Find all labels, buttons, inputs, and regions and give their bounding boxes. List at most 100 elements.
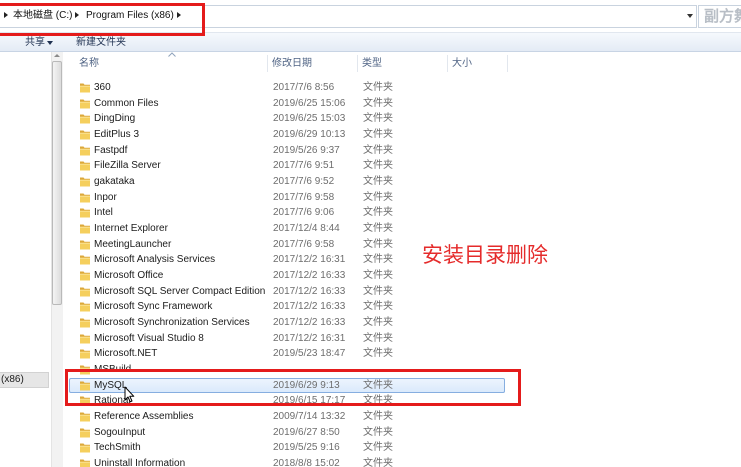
file-row[interactable]: SogouInput 2019/6/27 8:50 文件夹: [69, 425, 505, 441]
new-folder-button[interactable]: 新建文件夹: [76, 36, 126, 49]
file-name: Internet Explorer: [94, 223, 168, 235]
column-header-name[interactable]: 名称: [69, 55, 267, 72]
file-row[interactable]: gakataka 2017/7/6 9:52 文件夹: [69, 174, 505, 190]
file-date: 2017/7/6 9:52: [273, 176, 335, 188]
folder-icon: [79, 333, 91, 344]
file-type: 文件夹: [363, 254, 393, 266]
file-date: 2017/12/2 16:33: [273, 301, 346, 313]
file-name: Microsoft Visual Studio 8: [94, 332, 204, 344]
file-row[interactable]: 360 2017/7/6 8:56 文件夹: [69, 80, 505, 96]
file-type: 文件夹: [363, 442, 393, 454]
file-row[interactable]: FileZilla Server 2017/7/6 9:51 文件夹: [69, 158, 505, 174]
file-name: Inpor: [94, 191, 117, 203]
column-header-label: 大小: [452, 58, 472, 69]
file-type: 文件夹: [363, 426, 393, 438]
file-type: 文件夹: [363, 270, 393, 282]
file-name: Fastpdf: [94, 144, 128, 156]
file-date: 2017/12/4 8:44: [273, 223, 340, 235]
file-name: Uninstall Information: [94, 458, 186, 467]
file-type: 文件夹: [363, 144, 393, 156]
file-name: EditPlus 3: [94, 129, 140, 140]
column-header-date[interactable]: 修改日期: [268, 55, 357, 72]
share-dropdown-icon[interactable]: [47, 41, 53, 45]
file-date: 2017/12/2 16:33: [273, 270, 346, 282]
share-button[interactable]: 共享: [25, 36, 45, 49]
folder-icon: [79, 207, 91, 218]
folder-icon: [79, 301, 91, 312]
column-header-type[interactable]: 类型: [358, 55, 447, 72]
file-name: MeetingLauncher: [94, 238, 172, 250]
file-date: 2019/6/27 8:50: [273, 426, 340, 438]
file-name: 360: [94, 82, 111, 93]
folder-icon: [79, 82, 91, 93]
scroll-up-icon[interactable]: [54, 54, 60, 57]
file-row[interactable]: Microsoft SQL Server Compact Edition 2017…: [69, 284, 505, 300]
file-date: 2019/6/29 10:13: [273, 129, 346, 140]
file-type: 文件夹: [363, 113, 393, 125]
file-name: Reference Assemblies: [94, 411, 194, 423]
folder-icon: [79, 160, 91, 171]
file-name: FileZilla Server: [94, 160, 161, 172]
file-name: DingDing: [94, 113, 136, 125]
file-row[interactable]: Intel 2017/7/6 9:06 文件夹: [69, 205, 505, 221]
file-date: 2017/7/6 9:58: [273, 238, 335, 250]
file-row[interactable]: Microsoft Synchronization Services 2017/1…: [69, 315, 505, 331]
file-row[interactable]: DingDing 2019/6/25 15:03 文件夹: [69, 111, 505, 127]
folder-icon: [79, 427, 91, 438]
file-date: 2017/7/6 8:56: [273, 82, 335, 93]
folder-icon: [79, 113, 91, 124]
file-name: Microsoft Sync Framework: [94, 301, 213, 313]
folder-icon: [79, 254, 91, 265]
file-name: gakataka: [94, 176, 135, 188]
file-date: 2019/6/25 15:06: [273, 97, 346, 109]
folder-icon: [79, 192, 91, 203]
search-input[interactable]: 副方舞: [698, 5, 741, 28]
folder-icon: [79, 348, 91, 359]
folder-icon: [79, 98, 91, 109]
file-type: 文件夹: [363, 285, 393, 297]
file-row[interactable]: Uninstall Information 2018/8/8 15:02 文件夹: [69, 456, 505, 467]
file-row[interactable]: Internet Explorer 2017/12/4 8:44 文件夹: [69, 221, 505, 237]
file-date: 2017/7/6 9:51: [273, 160, 335, 172]
file-row[interactable]: Microsoft Sync Framework 2017/12/2 16:33 文…: [69, 299, 505, 315]
file-type: 文件夹: [363, 458, 393, 467]
folder-icon: [79, 129, 91, 140]
file-date: 2019/5/25 9:16: [273, 442, 340, 454]
file-row[interactable]: Inpor 2017/7/6 9:58 文件夹: [69, 190, 505, 206]
mouse-cursor-icon: [124, 386, 135, 403]
file-row[interactable]: Microsoft Visual Studio 8 2017/12/2 16:31…: [69, 331, 505, 347]
file-row[interactable]: Fastpdf 2019/5/26 9:37 文件夹: [69, 143, 505, 159]
folder-icon: [79, 145, 91, 156]
file-type: 文件夹: [363, 332, 393, 344]
file-type: 文件夹: [363, 207, 393, 219]
file-row[interactable]: Microsoft.NET 2019/5/23 18:47 文件夹: [69, 346, 505, 362]
file-type: 文件夹: [363, 223, 393, 235]
file-date: 2017/12/2 16:33: [273, 285, 346, 297]
column-header-label: 名称: [79, 58, 99, 69]
file-type: 文件夹: [363, 317, 393, 329]
file-name: Intel: [94, 207, 113, 219]
file-date: 2018/8/8 15:02: [273, 458, 340, 467]
file-row[interactable]: Common Files 2019/6/25 15:06 文件夹: [69, 96, 505, 112]
folder-icon: [79, 458, 91, 467]
file-type: 文件夹: [363, 129, 393, 140]
file-type: 文件夹: [363, 238, 393, 250]
dropdown-arrow-icon[interactable]: [687, 14, 693, 18]
file-name: Microsoft Office: [94, 270, 164, 282]
file-row[interactable]: Microsoft Office 2017/12/2 16:33 文件夹: [69, 268, 505, 284]
file-row[interactable]: EditPlus 3 2019/6/29 10:13 文件夹: [69, 127, 505, 143]
highlight-box-address: [0, 3, 205, 36]
folder-icon: [79, 317, 91, 328]
file-name: Microsoft SQL Server Compact Edition: [94, 285, 266, 297]
file-name: Microsoft.NET: [94, 348, 158, 360]
column-divider[interactable]: [507, 55, 508, 72]
column-header-label: 类型: [362, 58, 382, 69]
column-header-size[interactable]: 大小: [448, 55, 507, 72]
file-row[interactable]: TechSmith 2019/5/25 9:16 文件夹: [69, 440, 505, 456]
file-type: 文件夹: [363, 191, 393, 203]
file-list: 360 2017/7/6 8:56 文件夹 Common Files 2019/6/25…: [0, 80, 741, 467]
file-date: 2017/7/6 9:06: [273, 207, 335, 219]
file-type: 文件夹: [363, 411, 393, 423]
folder-icon: [79, 411, 91, 422]
file-row[interactable]: Reference Assemblies 2009/7/14 13:32 文件夹: [69, 409, 505, 425]
